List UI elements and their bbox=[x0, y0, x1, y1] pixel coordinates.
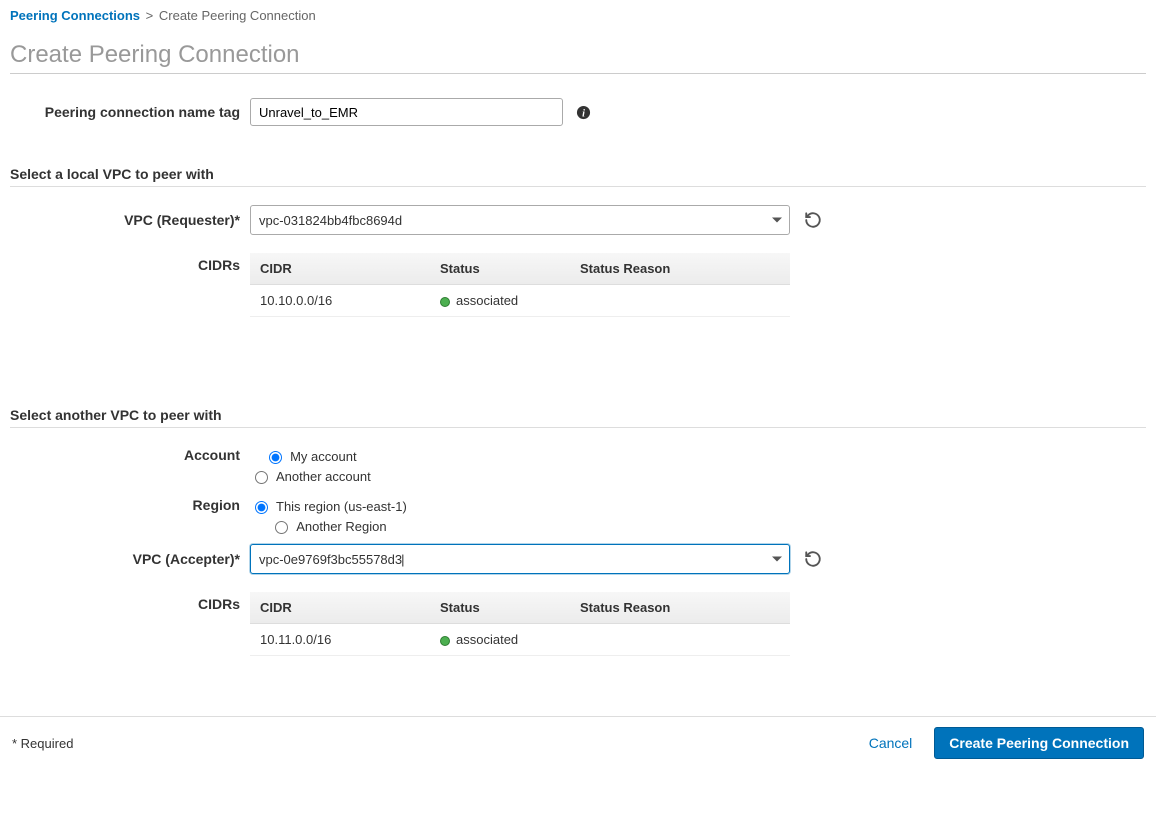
page-title: Create Peering Connection bbox=[10, 41, 1146, 69]
status-dot-icon bbox=[440, 297, 450, 307]
svg-text:i: i bbox=[582, 108, 585, 119]
local-divider bbox=[10, 186, 1146, 187]
col-cidr: CIDR bbox=[250, 253, 430, 285]
table-row: 10.11.0.0/16 associated bbox=[250, 624, 790, 656]
vpc-requester-label: VPC (Requester)* bbox=[10, 212, 250, 228]
refresh-requester-button[interactable] bbox=[802, 209, 824, 231]
chevron-down-icon bbox=[772, 557, 782, 562]
local-vpc-heading: Select a local VPC to peer with bbox=[10, 166, 1146, 182]
breadcrumb-current: Create Peering Connection bbox=[159, 8, 316, 23]
name-tag-label: Peering connection name tag bbox=[10, 104, 250, 120]
region-other-radio[interactable]: Another Region bbox=[270, 518, 386, 534]
account-my-radio[interactable]: My account bbox=[264, 448, 356, 464]
local-cidr-table: CIDR Status Status Reason 10.10.0.0/16 a… bbox=[250, 253, 790, 317]
vpc-accepter-label: VPC (Accepter)* bbox=[10, 551, 250, 567]
status-cell: associated bbox=[430, 285, 570, 317]
create-peering-button[interactable]: Create Peering Connection bbox=[934, 727, 1144, 759]
reason-cell bbox=[570, 285, 790, 317]
col-status: Status bbox=[430, 253, 570, 285]
title-divider bbox=[10, 73, 1146, 74]
col-reason: Status Reason bbox=[570, 253, 790, 285]
remote-divider bbox=[10, 427, 1146, 428]
table-row: 10.10.0.0/16 associated bbox=[250, 285, 790, 317]
vpc-requester-value: vpc-031824bb4fbc8694d bbox=[259, 213, 402, 228]
remote-cidrs-label: CIDRs bbox=[10, 588, 250, 612]
status-cell: associated bbox=[430, 624, 570, 656]
cidr-cell: 10.11.0.0/16 bbox=[250, 624, 430, 656]
breadcrumb: Peering Connections > Create Peering Con… bbox=[10, 8, 1146, 23]
remote-vpc-heading: Select another VPC to peer with bbox=[10, 407, 1146, 423]
col-status: Status bbox=[430, 592, 570, 624]
cidr-cell: 10.10.0.0/16 bbox=[250, 285, 430, 317]
refresh-accepter-button[interactable] bbox=[802, 548, 824, 570]
cancel-button[interactable]: Cancel bbox=[861, 729, 921, 757]
required-note: * Required bbox=[12, 736, 73, 751]
account-other-radio[interactable]: Another account bbox=[250, 468, 371, 484]
remote-cidr-table: CIDR Status Status Reason 10.11.0.0/16 a… bbox=[250, 592, 790, 656]
region-this-radio[interactable]: This region (us-east-1) bbox=[250, 498, 407, 514]
local-cidrs-label: CIDRs bbox=[10, 249, 250, 273]
breadcrumb-parent-link[interactable]: Peering Connections bbox=[10, 8, 140, 23]
col-cidr: CIDR bbox=[250, 592, 430, 624]
info-icon[interactable]: i bbox=[575, 104, 591, 120]
vpc-requester-select[interactable]: vpc-031824bb4fbc8694d bbox=[250, 205, 790, 235]
region-label: Region bbox=[10, 496, 250, 513]
footer-bar: * Required Cancel Create Peering Connect… bbox=[0, 716, 1156, 769]
chevron-down-icon bbox=[772, 218, 782, 223]
col-reason: Status Reason bbox=[570, 592, 790, 624]
breadcrumb-separator: > bbox=[146, 8, 154, 23]
vpc-accepter-value: vpc-0e9769f3bc55578d3 bbox=[259, 552, 405, 567]
account-label: Account bbox=[10, 446, 250, 463]
name-tag-input[interactable] bbox=[250, 98, 563, 126]
vpc-accepter-select[interactable]: vpc-0e9769f3bc55578d3 bbox=[250, 544, 790, 574]
reason-cell bbox=[570, 624, 790, 656]
status-dot-icon bbox=[440, 636, 450, 646]
